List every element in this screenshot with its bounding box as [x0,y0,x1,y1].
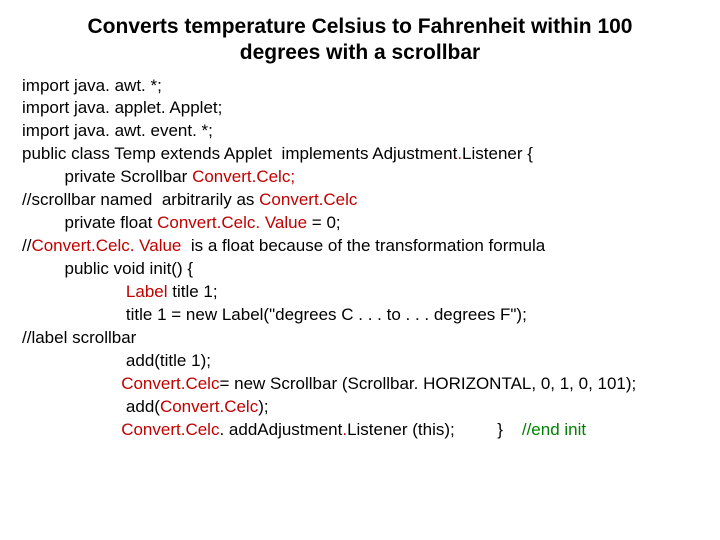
code-token [22,374,121,393]
code-line: import java. awt. event. *; [22,121,213,140]
code-line: import java. applet. Applet; [22,98,222,117]
code-token: = 0; [312,213,341,232]
code-token: title 1; [168,282,218,301]
code-line: public class Temp extends Applet impleme… [22,144,457,163]
code-token: Label [22,282,168,301]
code-line: import java. awt. *; [22,76,162,95]
code-token: Celc [185,420,219,439]
code-token: Convert [121,374,181,393]
code-token: Listener (this); } [347,420,517,439]
code-line: title 1 = new Label("degrees C . . . to … [22,305,527,324]
code-block: import java. awt. *; import java. applet… [22,75,698,442]
code-token: Celc; [256,167,295,186]
code-token: Convert [259,190,319,209]
code-token: ); [258,397,268,416]
code-token: add( [22,397,160,416]
code-token: Celc [185,374,219,393]
code-token: is a float because of the transformation… [186,236,545,255]
code-comment: //end init [517,420,586,439]
code-token: Celc [323,190,357,209]
code-line: add(title 1); [22,351,211,370]
code-token: . add [219,420,257,439]
code-token: Convert [31,236,91,255]
code-line: private Scrollbar [22,167,192,186]
code-line: private float [22,213,157,232]
code-line: public void init() { [22,259,193,278]
code-token: Convert [121,420,181,439]
code-token: = new Scrollbar (Scrollbar. HORIZONTAL, … [219,374,636,393]
code-line: //scrollbar named arbitrarily as [22,190,259,209]
code-token: Listener { [462,144,533,163]
code-token [22,420,121,439]
slide-title: Converts temperature Celsius to Fahrenhe… [50,14,670,67]
code-token: Convert [160,397,220,416]
code-token: Convert [192,167,252,186]
code-token: Convert [157,213,217,232]
code-token: Celc. Value [96,236,186,255]
code-token: Celc. Value [221,213,311,232]
code-token: Adjustment [257,420,342,439]
code-line: //label scrollbar [22,328,136,347]
code-token: Celc [224,397,258,416]
